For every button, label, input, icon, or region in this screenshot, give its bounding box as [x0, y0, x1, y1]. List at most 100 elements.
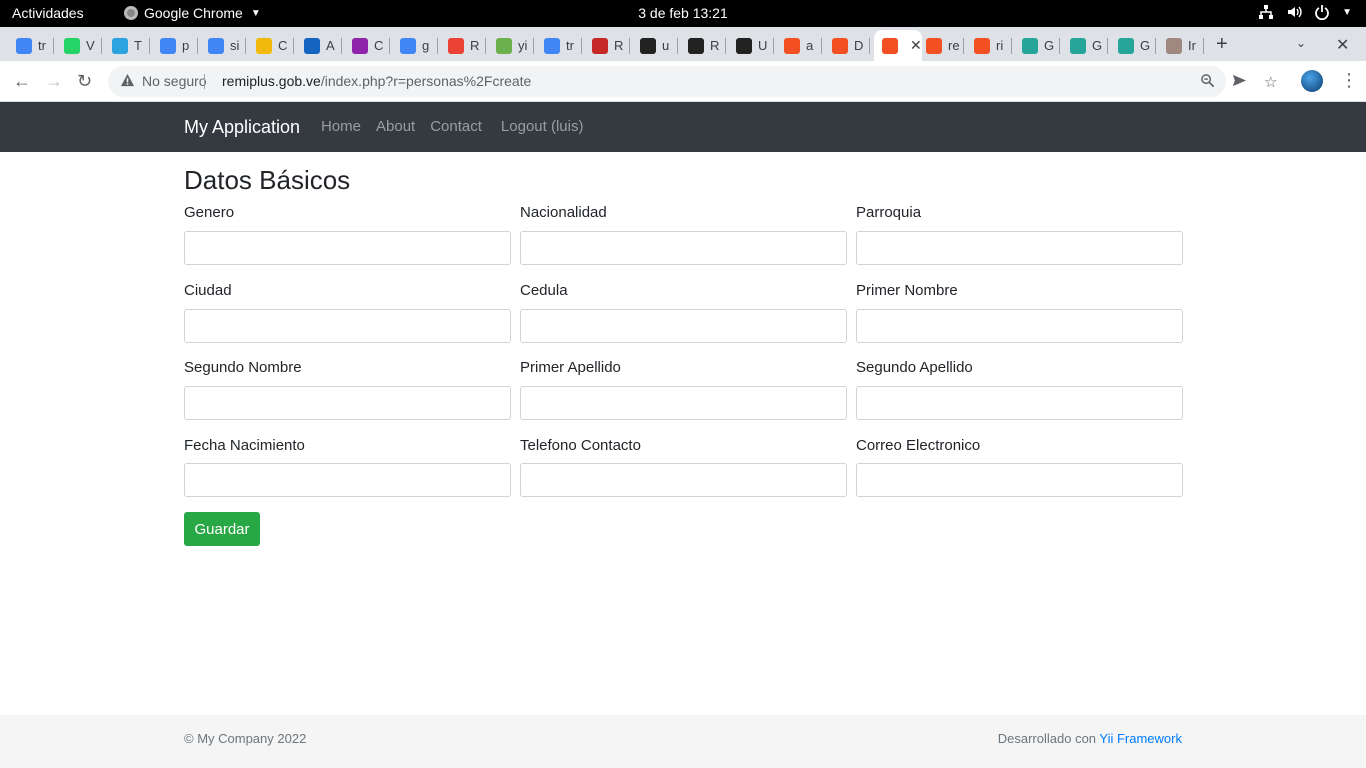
system-tray[interactable]: ▼ — [1258, 4, 1352, 20]
browser-tab[interactable]: tr — [536, 30, 582, 61]
browser-tab[interactable]: p — [152, 30, 198, 61]
back-arrow-icon[interactable]: ← — [13, 71, 31, 92]
zoom-icon[interactable] — [1200, 73, 1215, 92]
browser-toolbar: ← → ↻ No seguro remiplus.gob.ve/index.ph… — [0, 61, 1366, 102]
fecha-nacimiento-input[interactable] — [184, 463, 511, 497]
yii-framework-link[interactable]: Yii Framework — [1099, 731, 1182, 746]
nav-about[interactable]: About — [376, 118, 415, 135]
segundo-apellido-input[interactable] — [856, 386, 1183, 420]
browser-tab[interactable]: Ir — [1158, 30, 1204, 61]
brand-link[interactable]: My Application — [184, 117, 300, 138]
tab-separator — [581, 38, 582, 54]
forward-arrow-icon[interactable]: → — [45, 71, 63, 92]
tab-title: G — [1140, 38, 1151, 53]
activities-button[interactable]: Actividades — [12, 5, 84, 21]
browser-tab[interactable]: ✕ — [874, 30, 922, 61]
tab-title: G — [1092, 38, 1103, 53]
primer-nombre-input[interactable] — [856, 309, 1183, 343]
copyright-text: © My Company 2022 — [184, 731, 307, 746]
cedula-input[interactable] — [520, 309, 847, 343]
browser-tab[interactable]: g — [392, 30, 438, 61]
tab-separator — [101, 38, 102, 54]
correo-electronico-input[interactable] — [856, 463, 1183, 497]
save-button[interactable]: Guardar — [184, 512, 260, 546]
a-icon — [304, 37, 320, 54]
tab-title: A — [326, 38, 335, 53]
google-icon — [160, 37, 176, 54]
tab-title: ri — [996, 38, 1004, 53]
browser-tab[interactable]: D — [824, 30, 870, 61]
parroquia-input[interactable] — [856, 231, 1183, 265]
clock[interactable]: 3 de feb 13:21 — [638, 5, 728, 21]
telefono-contacto-input[interactable] — [520, 463, 847, 497]
ciudad-input[interactable] — [184, 309, 511, 343]
tab-title: tr — [566, 38, 574, 53]
nav-logout[interactable]: Logout (luis) — [501, 118, 584, 135]
nav-home[interactable]: Home — [321, 118, 361, 135]
browser-tab[interactable]: T — [104, 30, 150, 61]
browser-tab[interactable]: R — [584, 30, 630, 61]
parroquia-label: Parroquia — [856, 204, 922, 221]
tab-search-icon[interactable]: ⌄ — [1296, 36, 1306, 50]
segundo-nombre-input[interactable] — [184, 386, 511, 420]
globe-icon — [1022, 37, 1038, 54]
tab-title: V — [86, 38, 95, 53]
tab-separator — [53, 38, 54, 54]
primer-nombre-label: Primer Nombre — [856, 282, 958, 299]
primer-apellido-input[interactable] — [520, 386, 847, 420]
send-icon[interactable] — [1232, 73, 1247, 92]
url-text[interactable]: remiplus.gob.ve/index.php?r=personas%2Fc… — [222, 73, 531, 89]
browser-tab[interactable]: si — [200, 30, 246, 61]
browser-tab[interactable]: re — [918, 30, 964, 61]
browser-tab[interactable]: C — [248, 30, 294, 61]
os-top-bar: Actividades Google Chrome ▼ 3 de feb 13:… — [0, 0, 1366, 27]
browser-tab[interactable]: U — [728, 30, 774, 61]
browser-tab[interactable]: ri — [966, 30, 1012, 61]
microsoft-icon — [974, 37, 990, 54]
nacionalidad-input[interactable] — [520, 231, 847, 265]
browser-tab[interactable]: A — [296, 30, 342, 61]
tab-title: C — [278, 38, 288, 53]
browser-tab[interactable]: R — [440, 30, 486, 61]
new-tab-button[interactable]: + — [1216, 33, 1228, 56]
nav-contact[interactable]: Contact — [430, 118, 482, 135]
browser-tab[interactable]: a — [776, 30, 822, 61]
microsoft-icon — [926, 37, 942, 54]
security-status[interactable]: No seguro — [142, 73, 207, 89]
browser-tab[interactable]: G — [1110, 30, 1156, 61]
address-bar[interactable]: No seguro remiplus.gob.ve/index.php?r=pe… — [108, 66, 1277, 97]
browser-tab[interactable]: yi — [488, 30, 534, 61]
warning-icon[interactable] — [120, 73, 135, 91]
power-icon — [1314, 4, 1330, 20]
genero-input[interactable] — [184, 231, 511, 265]
window-close-button[interactable]: ✕ — [1336, 35, 1349, 55]
profile-avatar[interactable] — [1301, 70, 1323, 92]
nav-links: Home About Contact Logout (luis) — [321, 118, 598, 135]
browser-tab[interactable]: u — [632, 30, 678, 61]
menu-kebab-icon[interactable]: ⋮ — [1340, 70, 1358, 91]
app-menu[interactable]: Google Chrome ▼ — [124, 5, 261, 21]
browser-tab[interactable]: R — [680, 30, 726, 61]
browser-tab[interactable]: G — [1062, 30, 1108, 61]
tab-title: R — [710, 38, 720, 53]
tab-title: a — [806, 38, 814, 53]
tab-title: yi — [518, 38, 528, 53]
primer-apellido-label: Primer Apellido — [520, 359, 621, 376]
microsoft-icon — [784, 37, 800, 54]
correo-electronico-label: Correo Electronico — [856, 437, 981, 454]
browser-tab[interactable]: tr — [8, 30, 54, 61]
tab-separator — [629, 38, 630, 54]
reload-icon[interactable]: ↻ — [77, 71, 92, 92]
site-navbar: My Application Home About Contact Logout… — [0, 102, 1366, 152]
browser-tab[interactable]: V — [56, 30, 102, 61]
browser-tab[interactable]: C — [344, 30, 390, 61]
tab-title: g — [422, 38, 430, 53]
url-path: /index.php?r=personas%2Fcreate — [320, 73, 532, 89]
microsoft-icon — [882, 37, 898, 54]
tab-title: tr — [38, 38, 46, 53]
browser-tab[interactable]: G — [1014, 30, 1060, 61]
app-name: Google Chrome — [144, 5, 243, 21]
bookmark-star-icon[interactable]: ☆ — [1264, 73, 1277, 91]
tab-separator — [341, 38, 342, 54]
p-icon — [736, 37, 752, 54]
